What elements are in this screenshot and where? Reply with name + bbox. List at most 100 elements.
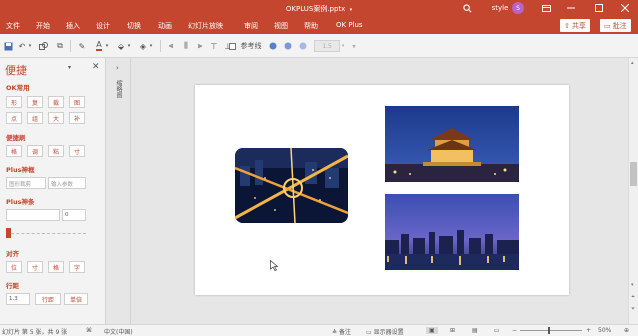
spacing-input[interactable]: 1.3	[6, 293, 30, 305]
scroll-down-icon[interactable]: ▾	[631, 282, 634, 288]
size-input[interactable]: 1.5	[314, 40, 340, 52]
tab-animations[interactable]: 动画	[158, 21, 172, 31]
undo-dropdown-icon[interactable]: ▾	[27, 40, 33, 52]
outline-dropdown-icon[interactable]: ▾	[148, 40, 154, 52]
user-name[interactable]: style	[490, 2, 510, 14]
shape-icon[interactable]	[38, 40, 48, 52]
fit-to-window-icon[interactable]: ⊕	[624, 327, 629, 334]
pane-menu-icon[interactable]: ▾	[68, 64, 71, 71]
pane-title: 便捷	[5, 64, 27, 77]
accessibility-icon[interactable]: ⌘	[86, 327, 92, 334]
tab-view[interactable]: 视图	[274, 21, 288, 31]
pane-close-icon[interactable]: ✕	[92, 62, 100, 72]
ok-shape-button[interactable]: 形	[6, 96, 22, 108]
minimize-icon[interactable]	[564, 2, 578, 14]
slideshow-icon[interactable]: ▭	[494, 327, 500, 334]
search-icon[interactable]	[460, 2, 474, 14]
ribbon-display-icon[interactable]	[540, 2, 552, 14]
tab-transitions[interactable]: 切换	[127, 21, 141, 31]
title-dropdown-icon[interactable]: ▾	[350, 7, 353, 13]
close-icon[interactable]	[618, 2, 632, 14]
tab-slideshow[interactable]: 幻灯片放映	[188, 21, 223, 31]
save-icon[interactable]	[3, 40, 13, 52]
align-center-icon[interactable]: ⫼	[181, 40, 191, 52]
font-color-icon[interactable]: A	[94, 40, 104, 52]
zoom-out-icon[interactable]: −	[512, 327, 517, 334]
avatar[interactable]: S	[512, 2, 524, 14]
brush-format-button[interactable]: 格	[6, 145, 22, 157]
slide-sorter-icon[interactable]: ⊞	[450, 327, 455, 334]
copy-format-icon[interactable]: ⧉	[55, 40, 65, 52]
tab-insert[interactable]: 插入	[66, 21, 80, 31]
align-format-button[interactable]: 格	[48, 261, 64, 273]
language-status[interactable]: 中文(中国)	[104, 327, 133, 336]
circle-medium-icon[interactable]	[283, 40, 293, 52]
current-slide[interactable]	[195, 85, 569, 295]
normal-view-icon[interactable]: ▣	[426, 327, 438, 334]
zoom-slider[interactable]	[520, 327, 582, 334]
ok-fill-button[interactable]: 补	[69, 112, 85, 124]
spacing-line-button[interactable]: 行距	[35, 293, 61, 305]
maximize-icon[interactable]	[592, 2, 606, 14]
zoom-level[interactable]: 50%	[598, 327, 611, 334]
align-size-button[interactable]: 寸	[27, 261, 43, 273]
fill-color-icon[interactable]: ⬙	[116, 40, 126, 52]
align-text-button[interactable]: 字	[69, 261, 85, 273]
circle-dark-icon[interactable]	[268, 40, 278, 52]
scroll-up-icon[interactable]: ▴	[631, 60, 634, 66]
notes-button[interactable]: ≜ 备注	[332, 327, 351, 336]
zoom-slider-thumb[interactable]	[548, 327, 550, 334]
reading-view-icon[interactable]: ▤	[472, 327, 478, 334]
next-slide-icon[interactable]: ⏷	[631, 306, 635, 312]
slider-thumb[interactable]	[6, 228, 11, 238]
align-position-button[interactable]: 位	[6, 261, 22, 273]
outline-icon[interactable]: ◈	[138, 40, 148, 52]
align-top-icon[interactable]: ⊤	[209, 40, 219, 52]
bar-slider[interactable]	[6, 228, 86, 238]
ok-copy-button[interactable]: 复	[27, 96, 43, 108]
previous-slide-icon[interactable]: ⏶	[631, 294, 635, 300]
comment-button[interactable]: ▭ 批注	[600, 19, 631, 32]
align-left-icon[interactable]: ⫷	[166, 40, 176, 52]
circle-light-icon[interactable]	[298, 40, 308, 52]
ok-size-button[interactable]: 大	[48, 112, 64, 124]
font-color-dropdown-icon[interactable]: ▾	[104, 40, 110, 52]
city-skyline-night-image[interactable]	[385, 194, 519, 270]
tab-home[interactable]: 开始	[36, 21, 50, 31]
expand-thumbnails-icon[interactable]: ›	[116, 64, 119, 72]
bar-value-input[interactable]: 0	[62, 209, 86, 221]
thumbnails-label[interactable]: 缩略图	[115, 80, 123, 98]
spacing-single-button[interactable]: 单倍	[64, 293, 88, 305]
section-plus-bar: Plus神条	[6, 198, 35, 206]
ok-point-button[interactable]: 点	[6, 112, 22, 124]
scroll-thumb[interactable]	[630, 162, 637, 186]
size-dropdown-icon[interactable]: ▾	[340, 40, 346, 52]
guides-label: 参考线	[240, 42, 262, 50]
more-icon[interactable]: ▿	[350, 40, 358, 52]
mask-shape-input[interactable]: 图形裁剪	[6, 177, 46, 189]
bar-text-input[interactable]	[6, 209, 60, 221]
vertical-scrollbar[interactable]: ▴ ▾ ⏶ ⏷	[628, 58, 638, 324]
tab-help[interactable]: 帮助	[304, 21, 318, 31]
brush-adjust-button[interactable]: 调	[27, 145, 43, 157]
ok-group-button[interactable]: 组	[27, 112, 43, 124]
ok-crop-button[interactable]: 裁	[48, 96, 64, 108]
mask-param-input[interactable]: 输入参数	[48, 177, 86, 189]
tab-design[interactable]: 设计	[96, 21, 110, 31]
ok-image-button[interactable]: 图	[69, 96, 85, 108]
format-painter-icon[interactable]: ✎	[77, 40, 87, 52]
align-right-icon[interactable]: ⫸	[195, 40, 205, 52]
bell-tower-night-image[interactable]	[385, 106, 519, 182]
tab-file[interactable]: 文件	[6, 21, 20, 31]
brush-size-button[interactable]: 寸	[69, 145, 85, 157]
undo-icon[interactable]: ↶	[17, 40, 27, 52]
guides-checkbox[interactable]	[228, 40, 236, 52]
display-settings-button[interactable]: ▭ 显示器设置	[366, 327, 404, 336]
tab-okplus[interactable]: OK Plus	[336, 21, 363, 29]
tab-review[interactable]: 审阅	[244, 21, 258, 31]
brush-paste-button[interactable]: 粘	[48, 145, 64, 157]
city-night-aerial-image[interactable]	[235, 148, 348, 223]
fill-color-dropdown-icon[interactable]: ▾	[126, 40, 132, 52]
share-button[interactable]: ⇧ 共享	[560, 19, 590, 32]
zoom-in-icon[interactable]: +	[586, 327, 591, 334]
